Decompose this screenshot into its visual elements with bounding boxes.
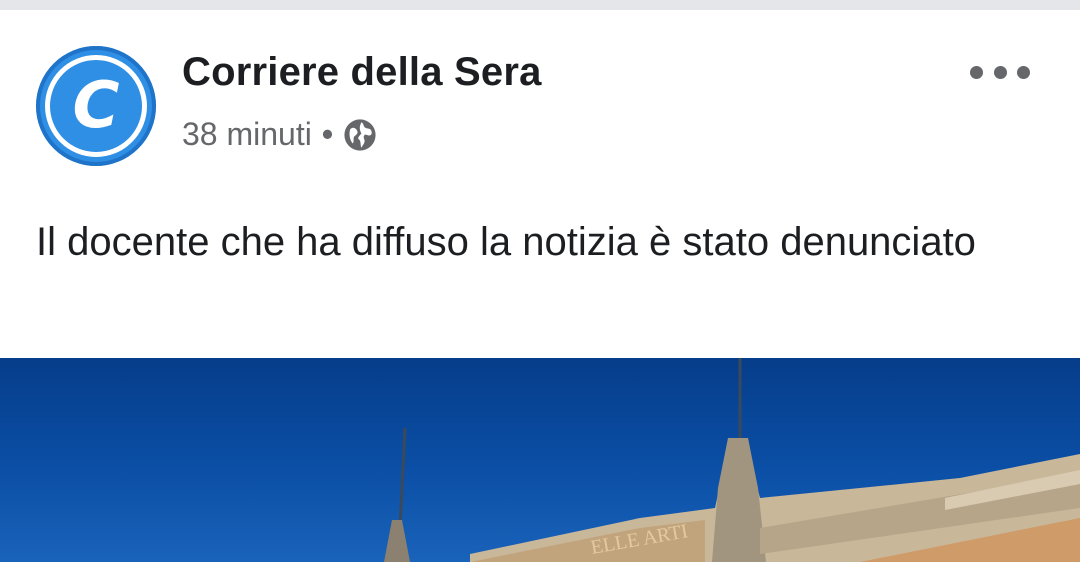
meta-separator: • bbox=[321, 116, 334, 152]
more-options-icon[interactable] bbox=[970, 58, 1030, 86]
post-header: C Corriere della Sera 38 minuti • bbox=[0, 10, 1080, 190]
post-image[interactable]: ELLE ARTI bbox=[0, 358, 1080, 562]
more-dot bbox=[1017, 65, 1030, 79]
page-name[interactable]: Corriere della Sera bbox=[182, 50, 542, 95]
more-dot bbox=[993, 65, 1007, 79]
post-timestamp[interactable]: 38 minuti bbox=[182, 116, 312, 153]
post-text: Il docente che ha diffuso la notizia è s… bbox=[36, 220, 976, 264]
feed-separator bbox=[0, 0, 1080, 10]
post-meta: 38 minuti • bbox=[182, 116, 377, 153]
more-dot bbox=[970, 65, 983, 79]
building-photo: ELLE ARTI bbox=[384, 358, 1080, 562]
page-avatar[interactable]: C bbox=[36, 46, 156, 166]
globe-icon bbox=[344, 118, 376, 151]
avatar-letter: C bbox=[72, 69, 120, 143]
